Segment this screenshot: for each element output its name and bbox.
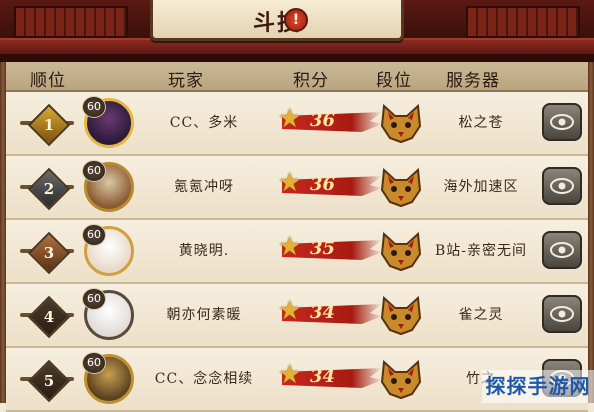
fox-mask-icon <box>380 359 422 400</box>
column-header-bar: 顺位 玩家 积分 段位 服务器 <box>0 62 594 92</box>
rank-badge: 3 <box>27 231 71 275</box>
page-title: 斗技 <box>252 10 301 36</box>
star-icon: ★ <box>278 296 302 326</box>
watermark: 探探手游网 <box>482 370 594 403</box>
level-badge: 60 <box>82 96 106 118</box>
view-button[interactable] <box>542 103 582 141</box>
exclamation-icon[interactable]: ! <box>284 8 308 32</box>
server-name: 松之苍 <box>458 115 504 131</box>
eye-icon <box>550 242 574 258</box>
score-value: 34 <box>310 302 336 323</box>
score-value: 36 <box>310 174 336 195</box>
level-badge: 60 <box>82 224 106 246</box>
leaderboard-row: 4 60 朝亦何素暖 ★ 34 雀之灵 <box>6 284 588 348</box>
roof-window-right <box>466 6 580 38</box>
fox-mask-icon <box>380 167 422 208</box>
view-button[interactable] <box>542 295 582 333</box>
fox-mask-icon <box>380 231 422 272</box>
player-name: CC、念念相续 <box>154 371 254 387</box>
score-value: 34 <box>310 366 336 387</box>
leaderboard-row: 2 60 氪氪冲呀 ★ 36 海外加速区 <box>6 156 588 220</box>
view-button[interactable] <box>542 167 582 205</box>
fox-mask-icon <box>380 295 422 336</box>
star-icon: ★ <box>278 168 302 198</box>
view-button[interactable] <box>542 231 582 269</box>
rank-badge: 5 <box>27 359 71 403</box>
roof-window-left <box>14 6 128 38</box>
score-value: 35 <box>310 238 336 259</box>
title-plate: 斗技 <box>150 0 404 41</box>
column-rank: 顺位 <box>30 71 66 91</box>
leaderboard-list: 1 60 CC、多米 ★ 36 松之苍 2 60 氪氪冲呀 ★ 36 海外加速区… <box>6 92 588 412</box>
star-icon: ★ <box>278 360 302 390</box>
eye-icon <box>550 306 574 322</box>
player-name: CC、多米 <box>169 115 239 131</box>
player-name: 氪氪冲呀 <box>174 179 234 195</box>
eye-icon <box>550 178 574 194</box>
rank-badge: 2 <box>27 167 71 211</box>
column-player: 玩家 <box>168 71 204 91</box>
rank-badge: 4 <box>27 295 71 339</box>
column-tier: 段位 <box>376 71 412 91</box>
column-score: 积分 <box>293 71 329 91</box>
level-badge: 60 <box>82 288 106 310</box>
leaderboard-row: 3 60 黄晓明. ★ 35 B站-亲密无间 <box>6 220 588 284</box>
header-roof: 斗技 ! <box>0 0 594 65</box>
level-badge: 60 <box>82 160 106 182</box>
score-value: 36 <box>310 110 336 131</box>
server-name: 雀之灵 <box>458 307 504 323</box>
player-name: 黄晓明. <box>178 243 230 259</box>
fox-mask-icon <box>380 103 422 144</box>
player-name: 朝亦何素暖 <box>166 307 242 323</box>
server-name: B站-亲密无间 <box>434 243 528 259</box>
star-icon: ★ <box>278 104 302 134</box>
server-name: 海外加速区 <box>443 179 519 195</box>
leaderboard-row: 1 60 CC、多米 ★ 36 松之苍 <box>6 92 588 156</box>
level-badge: 60 <box>82 352 106 374</box>
star-icon: ★ <box>278 232 302 262</box>
eye-icon <box>550 114 574 130</box>
column-server: 服务器 <box>446 71 500 91</box>
rank-badge: 1 <box>27 103 71 147</box>
right-pillar <box>588 62 594 403</box>
